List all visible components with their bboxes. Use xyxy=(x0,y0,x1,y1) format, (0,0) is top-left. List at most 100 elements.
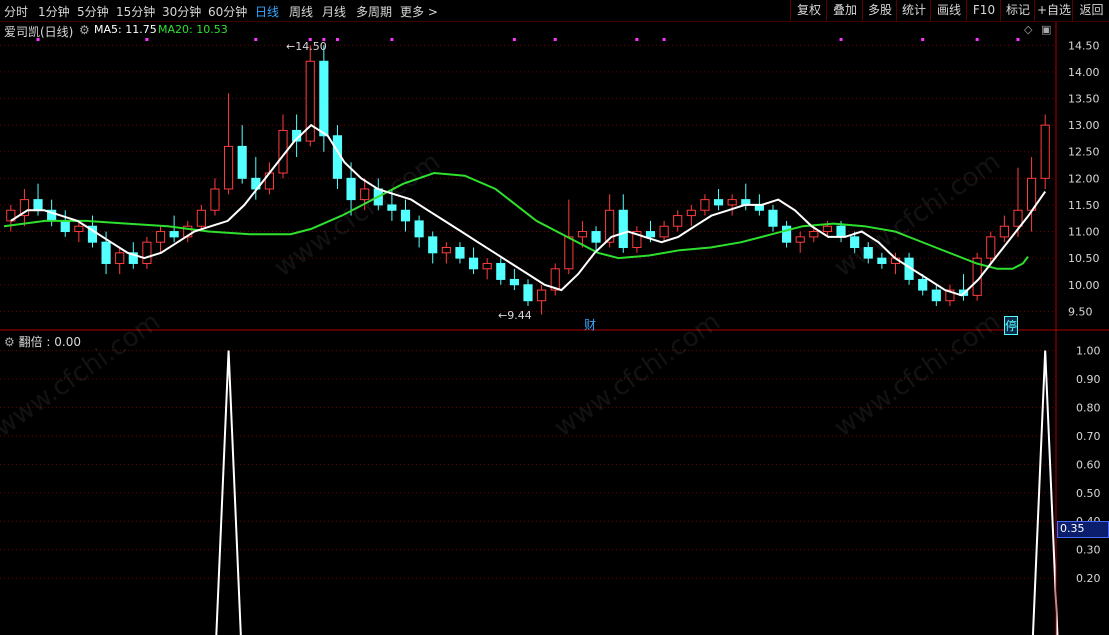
y-tick-label: 14.00 xyxy=(1068,66,1100,79)
signal-dot xyxy=(975,38,979,41)
period-tab-15min[interactable]: 15分钟 xyxy=(116,3,155,20)
window-icon[interactable]: ▣ xyxy=(1041,23,1051,36)
y-tick-label: 13.50 xyxy=(1068,93,1100,106)
candle-body xyxy=(482,262,492,270)
candle-body xyxy=(414,220,424,238)
suspend-event-badge[interactable]: 停 xyxy=(1004,316,1019,335)
candle-body xyxy=(496,262,506,280)
collapse-icon[interactable]: ⚙ xyxy=(4,335,19,349)
period-tab-more[interactable]: 更多 > xyxy=(400,3,438,20)
candle-body xyxy=(60,220,70,233)
y-tick-label: 12.00 xyxy=(1068,172,1100,185)
candle-body xyxy=(237,145,247,179)
signal-dot xyxy=(921,38,925,41)
finance-event-badge[interactable]: 财 xyxy=(584,316,596,333)
candle-body xyxy=(931,289,941,302)
y-tick-label: 0.90 xyxy=(1076,373,1101,386)
period-tab-1min[interactable]: 1分钟 xyxy=(38,3,70,20)
signal-dots xyxy=(36,38,1020,41)
main-grid xyxy=(0,44,1056,312)
y-tick-label: 0.50 xyxy=(1076,487,1101,500)
multi-stock-button[interactable]: 多股 xyxy=(862,0,897,21)
candle-body xyxy=(795,236,805,243)
stats-button[interactable]: 统计 xyxy=(896,0,931,21)
fuquan-button[interactable]: 复权 xyxy=(790,0,827,21)
mark-button[interactable]: 标记 xyxy=(1000,0,1035,21)
back-button[interactable]: 返回 xyxy=(1072,0,1109,21)
arrow-left-icon: ← xyxy=(286,40,296,53)
candle-body xyxy=(223,145,234,190)
candle-body xyxy=(836,225,846,238)
period-tab-daily[interactable]: 日线 xyxy=(255,3,279,20)
candle-body xyxy=(523,284,533,302)
signal-dot xyxy=(145,38,149,41)
y-tick-label: 1.00 xyxy=(1076,345,1101,358)
add-watchlist-button[interactable]: +自选 xyxy=(1034,0,1073,21)
period-tab-60min[interactable]: 60分钟 xyxy=(208,3,247,20)
candle-body xyxy=(618,209,628,249)
candle-body xyxy=(713,199,724,206)
signal-dot xyxy=(335,38,339,41)
period-tab-monthly[interactable]: 月线 xyxy=(322,3,346,20)
period-tab-fenshi[interactable]: 分时 xyxy=(4,3,28,20)
indicator-label: ⚙ 翻倍 : 0.00 xyxy=(4,333,81,350)
chart-canvas[interactable]: 9.50 10.00 10.50 11.00 11.50 12.00 12.50 13.00 1… xyxy=(0,22,1109,635)
candle-body xyxy=(33,199,43,211)
candle-body xyxy=(428,236,438,254)
settings-icon[interactable]: ⚙ xyxy=(79,23,90,37)
indicator-label-text: 翻倍 : 0.00 xyxy=(18,335,81,349)
signal-dot xyxy=(839,38,843,41)
draw-line-button[interactable]: 画线 xyxy=(930,0,967,21)
signal-dot xyxy=(254,38,258,41)
period-tab-5min[interactable]: 5分钟 xyxy=(77,3,109,20)
ma5-line xyxy=(10,123,1047,297)
y-tick-label: 11.50 xyxy=(1068,199,1100,212)
y-tick-label: 0.80 xyxy=(1076,401,1101,414)
candle-body xyxy=(196,209,206,227)
low-marker: ←9.44 xyxy=(498,309,532,322)
candle-body xyxy=(564,236,574,270)
candle-body xyxy=(468,257,479,270)
candle-body xyxy=(537,289,547,302)
period-tab-weekly[interactable]: 周线 xyxy=(289,3,313,20)
y-tick-label: 0.20 xyxy=(1076,572,1101,585)
candle-body xyxy=(591,231,601,243)
signal-dot xyxy=(1016,38,1020,41)
diamond-icon[interactable]: ◇ xyxy=(1024,23,1032,36)
candle-body xyxy=(918,278,928,291)
candle-body xyxy=(441,247,451,254)
candle-body xyxy=(768,209,778,227)
ma5-label: MA5: 11.75 xyxy=(94,23,157,36)
stock-label: 爱司凯(日线) xyxy=(4,25,74,39)
candle-body xyxy=(727,199,737,206)
candle-body xyxy=(155,231,166,243)
signal-dot xyxy=(635,38,639,41)
y-tick-label: 0.70 xyxy=(1076,430,1101,443)
period-tab-30min[interactable]: 30分钟 xyxy=(162,3,201,20)
y-tick-label: 0.30 xyxy=(1076,544,1101,557)
period-tab-multi[interactable]: 多周期 xyxy=(356,3,392,20)
candle-body xyxy=(74,225,84,233)
f10-button[interactable]: F10 xyxy=(966,0,1001,21)
candle-body xyxy=(673,215,683,227)
y-tick-label: 10.00 xyxy=(1068,279,1100,292)
y-tick-label: 12.50 xyxy=(1068,146,1100,159)
candle-body xyxy=(809,231,819,238)
y-tick-label: 14.50 xyxy=(1068,39,1100,52)
candle-body xyxy=(319,60,329,137)
y-tick-label: 13.00 xyxy=(1068,119,1100,132)
signal-dot xyxy=(662,38,666,41)
y-tick-label: 0.60 xyxy=(1076,458,1101,471)
candle-body xyxy=(169,231,179,238)
candle-body xyxy=(210,188,220,211)
candle-body xyxy=(1040,124,1050,179)
high-marker-value: 14.50 xyxy=(295,40,327,53)
candle-body xyxy=(686,209,696,217)
y-tick-label: 10.50 xyxy=(1068,252,1100,265)
overlay-button[interactable]: 叠加 xyxy=(826,0,863,21)
y-tick-label: 9.50 xyxy=(1068,305,1093,318)
signal-dot xyxy=(553,38,557,41)
candle-body xyxy=(986,236,996,259)
indicator-y-ticks: 0.200.300.400.500.600.700.800.901.00 xyxy=(1076,345,1101,586)
main-y-ticks: 9.50 10.00 10.50 11.00 11.50 12.00 12.50 13.00 1… xyxy=(1068,39,1100,318)
